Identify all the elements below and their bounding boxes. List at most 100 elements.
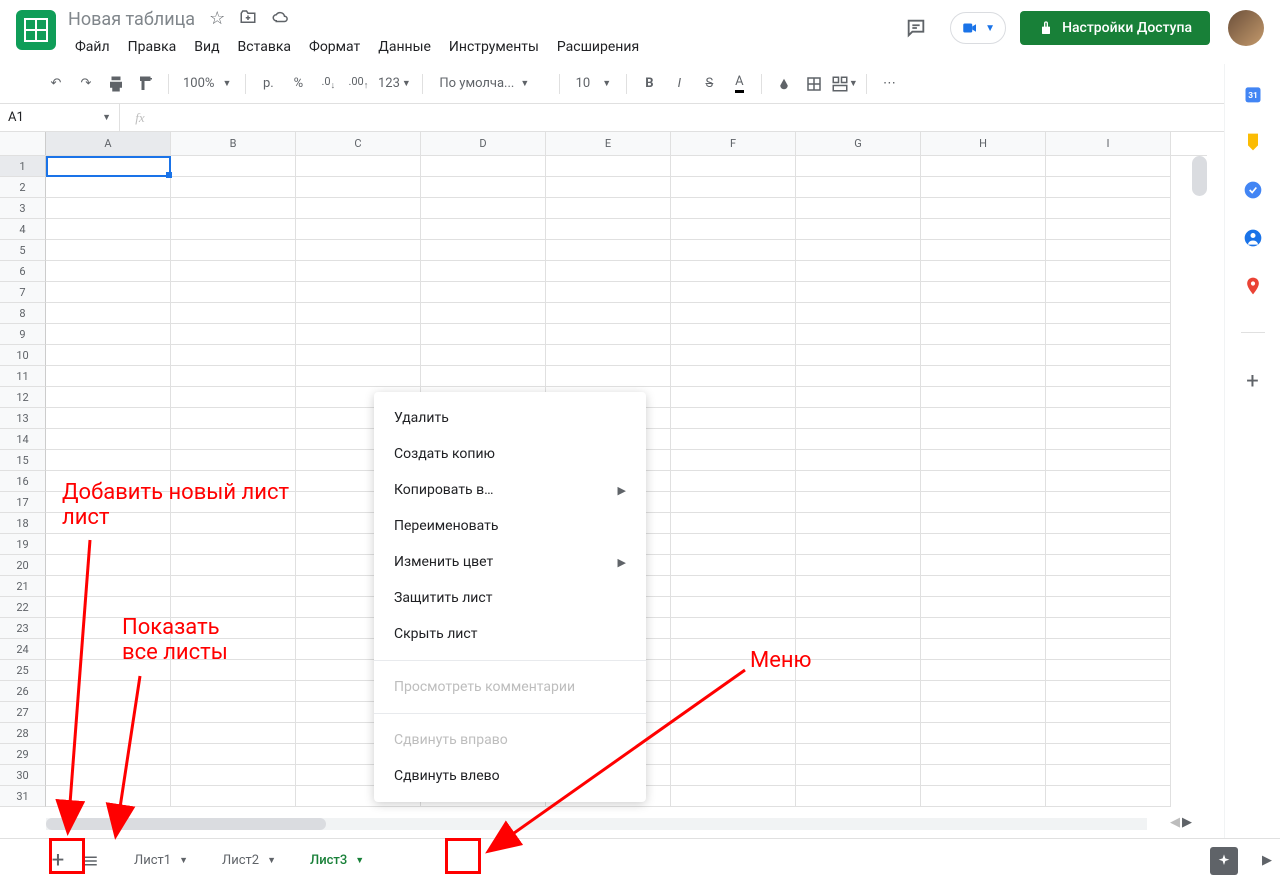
cell[interactable] bbox=[46, 387, 171, 408]
borders-button[interactable] bbox=[800, 70, 828, 98]
increase-decimal-button[interactable]: .00↑ bbox=[344, 70, 372, 98]
context-menu-item[interactable]: Переименовать bbox=[374, 508, 646, 544]
row-header[interactable]: 23 bbox=[0, 618, 46, 639]
cell[interactable] bbox=[671, 576, 796, 597]
menu-format[interactable]: Формат bbox=[302, 35, 367, 59]
cell[interactable] bbox=[796, 198, 921, 219]
cell[interactable] bbox=[1046, 723, 1171, 744]
col-header-A[interactable]: A bbox=[46, 132, 171, 155]
col-header-I[interactable]: I bbox=[1046, 132, 1171, 155]
cell[interactable] bbox=[671, 597, 796, 618]
cell[interactable] bbox=[46, 660, 171, 681]
cell[interactable] bbox=[1046, 408, 1171, 429]
cell[interactable] bbox=[171, 534, 296, 555]
context-menu-item[interactable]: Создать копию bbox=[374, 436, 646, 472]
cell[interactable] bbox=[921, 429, 1046, 450]
paint-format-icon[interactable] bbox=[132, 70, 160, 98]
cell[interactable] bbox=[796, 681, 921, 702]
tasks-icon[interactable] bbox=[1243, 180, 1263, 200]
cell[interactable] bbox=[46, 324, 171, 345]
cell[interactable] bbox=[796, 492, 921, 513]
cell[interactable] bbox=[1046, 366, 1171, 387]
cell[interactable] bbox=[921, 492, 1046, 513]
cell[interactable] bbox=[671, 744, 796, 765]
cell[interactable] bbox=[921, 156, 1046, 177]
menu-view[interactable]: Вид bbox=[187, 35, 226, 59]
row-header[interactable]: 22 bbox=[0, 597, 46, 618]
cell[interactable] bbox=[671, 429, 796, 450]
cell[interactable] bbox=[171, 744, 296, 765]
cell[interactable] bbox=[171, 261, 296, 282]
row-header[interactable]: 11 bbox=[0, 366, 46, 387]
cell[interactable] bbox=[796, 471, 921, 492]
cell[interactable] bbox=[421, 240, 546, 261]
cell[interactable] bbox=[171, 555, 296, 576]
cell[interactable] bbox=[46, 534, 171, 555]
cell[interactable] bbox=[296, 282, 421, 303]
cell[interactable] bbox=[546, 219, 671, 240]
context-menu-item[interactable]: Сдвинуть влево bbox=[374, 758, 646, 794]
cell[interactable] bbox=[1046, 597, 1171, 618]
cell[interactable] bbox=[171, 723, 296, 744]
cell[interactable] bbox=[296, 303, 421, 324]
cell[interactable] bbox=[46, 429, 171, 450]
cell[interactable] bbox=[921, 555, 1046, 576]
cell[interactable] bbox=[671, 408, 796, 429]
side-panel-toggle-icon[interactable]: ▶ bbox=[1262, 853, 1272, 868]
cell[interactable] bbox=[421, 282, 546, 303]
cell[interactable] bbox=[421, 366, 546, 387]
cell[interactable] bbox=[1046, 555, 1171, 576]
cell[interactable] bbox=[46, 702, 171, 723]
cell[interactable] bbox=[421, 198, 546, 219]
cell[interactable] bbox=[171, 219, 296, 240]
number-format-button[interactable]: 123▼ bbox=[374, 70, 414, 98]
cell[interactable] bbox=[796, 303, 921, 324]
cell[interactable] bbox=[671, 765, 796, 786]
cell[interactable] bbox=[546, 303, 671, 324]
cell[interactable] bbox=[46, 177, 171, 198]
star-icon[interactable]: ☆ bbox=[209, 8, 225, 31]
row-header[interactable]: 5 bbox=[0, 240, 46, 261]
row-header[interactable]: 28 bbox=[0, 723, 46, 744]
cell[interactable] bbox=[1046, 744, 1171, 765]
select-all-corner[interactable] bbox=[0, 132, 46, 155]
cell[interactable] bbox=[296, 219, 421, 240]
cell[interactable] bbox=[1046, 429, 1171, 450]
cell[interactable] bbox=[171, 618, 296, 639]
col-header-C[interactable]: C bbox=[296, 132, 421, 155]
bold-button[interactable]: B bbox=[635, 70, 663, 98]
cell[interactable] bbox=[921, 450, 1046, 471]
cell[interactable] bbox=[46, 219, 171, 240]
cell[interactable] bbox=[171, 429, 296, 450]
row-header[interactable]: 8 bbox=[0, 303, 46, 324]
italic-button[interactable]: I bbox=[665, 70, 693, 98]
cell[interactable] bbox=[671, 639, 796, 660]
cell[interactable] bbox=[921, 618, 1046, 639]
row-header[interactable]: 3 bbox=[0, 198, 46, 219]
merge-button[interactable]: ▼ bbox=[830, 70, 858, 98]
cell[interactable] bbox=[921, 261, 1046, 282]
sheet-tab-dropdown-icon[interactable]: ▼ bbox=[355, 855, 364, 866]
cell[interactable] bbox=[1046, 450, 1171, 471]
cell[interactable] bbox=[796, 765, 921, 786]
cell[interactable] bbox=[671, 471, 796, 492]
col-header-F[interactable]: F bbox=[671, 132, 796, 155]
row-header[interactable]: 29 bbox=[0, 744, 46, 765]
cell[interactable] bbox=[796, 576, 921, 597]
strike-button[interactable]: S bbox=[695, 70, 723, 98]
cell[interactable] bbox=[671, 534, 796, 555]
cell[interactable] bbox=[921, 324, 1046, 345]
cell[interactable] bbox=[796, 744, 921, 765]
vertical-scrollbar[interactable] bbox=[1192, 156, 1207, 196]
cell[interactable] bbox=[1046, 240, 1171, 261]
cell[interactable] bbox=[1046, 387, 1171, 408]
name-box[interactable]: A1▼ bbox=[0, 104, 120, 131]
cell[interactable] bbox=[46, 303, 171, 324]
cell[interactable] bbox=[671, 366, 796, 387]
cell[interactable] bbox=[921, 597, 1046, 618]
cell[interactable] bbox=[671, 156, 796, 177]
cell[interactable] bbox=[921, 282, 1046, 303]
cell[interactable] bbox=[1046, 156, 1171, 177]
cell[interactable] bbox=[171, 513, 296, 534]
cell[interactable] bbox=[671, 681, 796, 702]
